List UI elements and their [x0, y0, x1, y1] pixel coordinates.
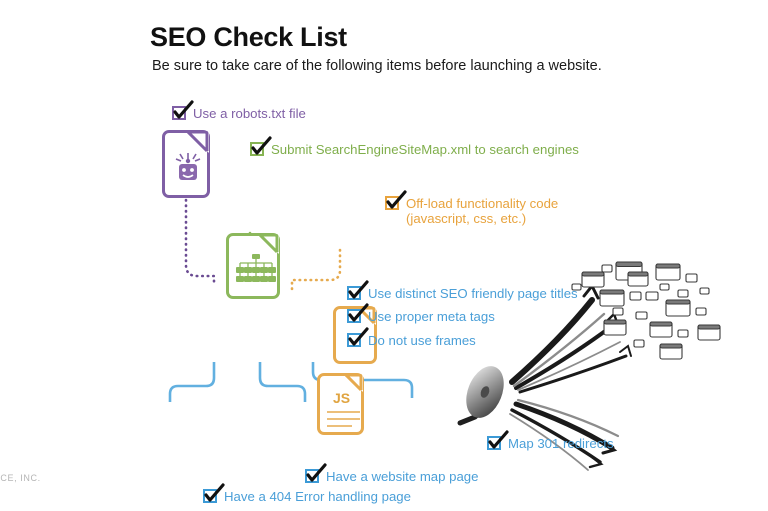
checklist-item-error-404[interactable]: Have a 404 Error handling page: [203, 483, 411, 504]
flying-pages-group: [571, 261, 721, 360]
checkbox-error-404[interactable]: [203, 483, 225, 503]
checkmark-icon: [488, 430, 509, 449]
redirect-traffic-graphic: [509, 261, 721, 471]
checkmark-icon: [204, 483, 225, 502]
checkmark-icon: [306, 463, 327, 482]
checkbox-website-map[interactable]: [305, 463, 327, 483]
seo-checklist-infographic: SEO Check List Be sure to take care of t…: [0, 0, 768, 511]
footer-watermark: LIANCE, INC.: [0, 473, 41, 483]
checklist-label-redirects: Map 301 redirects: [508, 436, 614, 451]
checklist-item-redirects[interactable]: Map 301 redirects: [487, 430, 614, 451]
checklist-label-error-404: Have a 404 Error handling page: [224, 489, 411, 504]
checkbox-redirects[interactable]: [487, 430, 509, 450]
checklist-item-website-map[interactable]: Have a website map page: [305, 463, 479, 484]
checklist-label-website-map: Have a website map page: [326, 469, 479, 484]
